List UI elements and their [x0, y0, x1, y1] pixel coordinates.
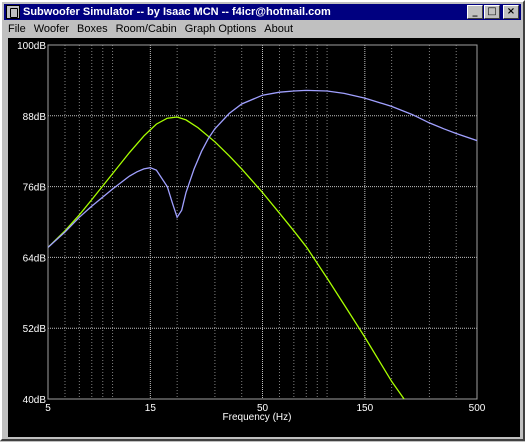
y-tick-label: 52dB: [23, 324, 47, 335]
maximize-button[interactable]: □: [484, 5, 500, 19]
y-axis-labels: 100dB 88dB 76dB 64dB 52dB 40dB: [17, 41, 46, 406]
x-tick-label: 15: [145, 403, 157, 414]
frequency-response-chart: 100dB88dB76dB64dB52dB40dB 5 15 50 150 500 Fr…: [17, 41, 486, 423]
x-tick-label: 500: [469, 403, 486, 414]
close-button[interactable]: ×: [503, 5, 519, 19]
chart-grid: [47, 44, 478, 400]
menu-file[interactable]: File: [4, 23, 30, 35]
menu-graph-options[interactable]: Graph Options: [181, 23, 261, 35]
window-controls: _ □ ×: [466, 5, 519, 19]
y-tick-label: 100dB: [17, 41, 46, 52]
app-icon[interactable]: [6, 5, 20, 19]
y-tick-label: 64dB: [23, 253, 47, 264]
y-tick-label: 76dB: [23, 183, 47, 194]
x-tick-label: 150: [356, 403, 373, 414]
menu-bar: File Woofer Boxes Room/Cabin Graph Optio…: [4, 21, 521, 36]
series-line-1: [48, 116, 405, 399]
y-tick-label: 40dB: [23, 395, 47, 406]
x-axis-title: Frequency (Hz): [223, 412, 292, 423]
window-title: Subwoofer Simulator -- by Isaac MCN -- f…: [23, 6, 331, 18]
menu-woofer[interactable]: Woofer: [30, 23, 73, 35]
y-tick-label: 88dB: [23, 112, 47, 123]
title-bar[interactable]: Subwoofer Simulator -- by Isaac MCN -- f…: [4, 4, 521, 20]
graph-panel: 100dB 88dB 76dB 64dB 52dB 40dB 5 15 50 150 500 Fr…: [8, 38, 520, 437]
x-tick-label: 5: [45, 403, 51, 414]
app-window: Subwoofer Simulator -- by Isaac MCN -- f…: [0, 0, 525, 441]
menu-about[interactable]: About: [260, 23, 297, 35]
minimize-button[interactable]: _: [467, 5, 483, 19]
menu-boxes[interactable]: Boxes: [73, 23, 112, 35]
menu-room-cabin[interactable]: Room/Cabin: [112, 23, 181, 35]
